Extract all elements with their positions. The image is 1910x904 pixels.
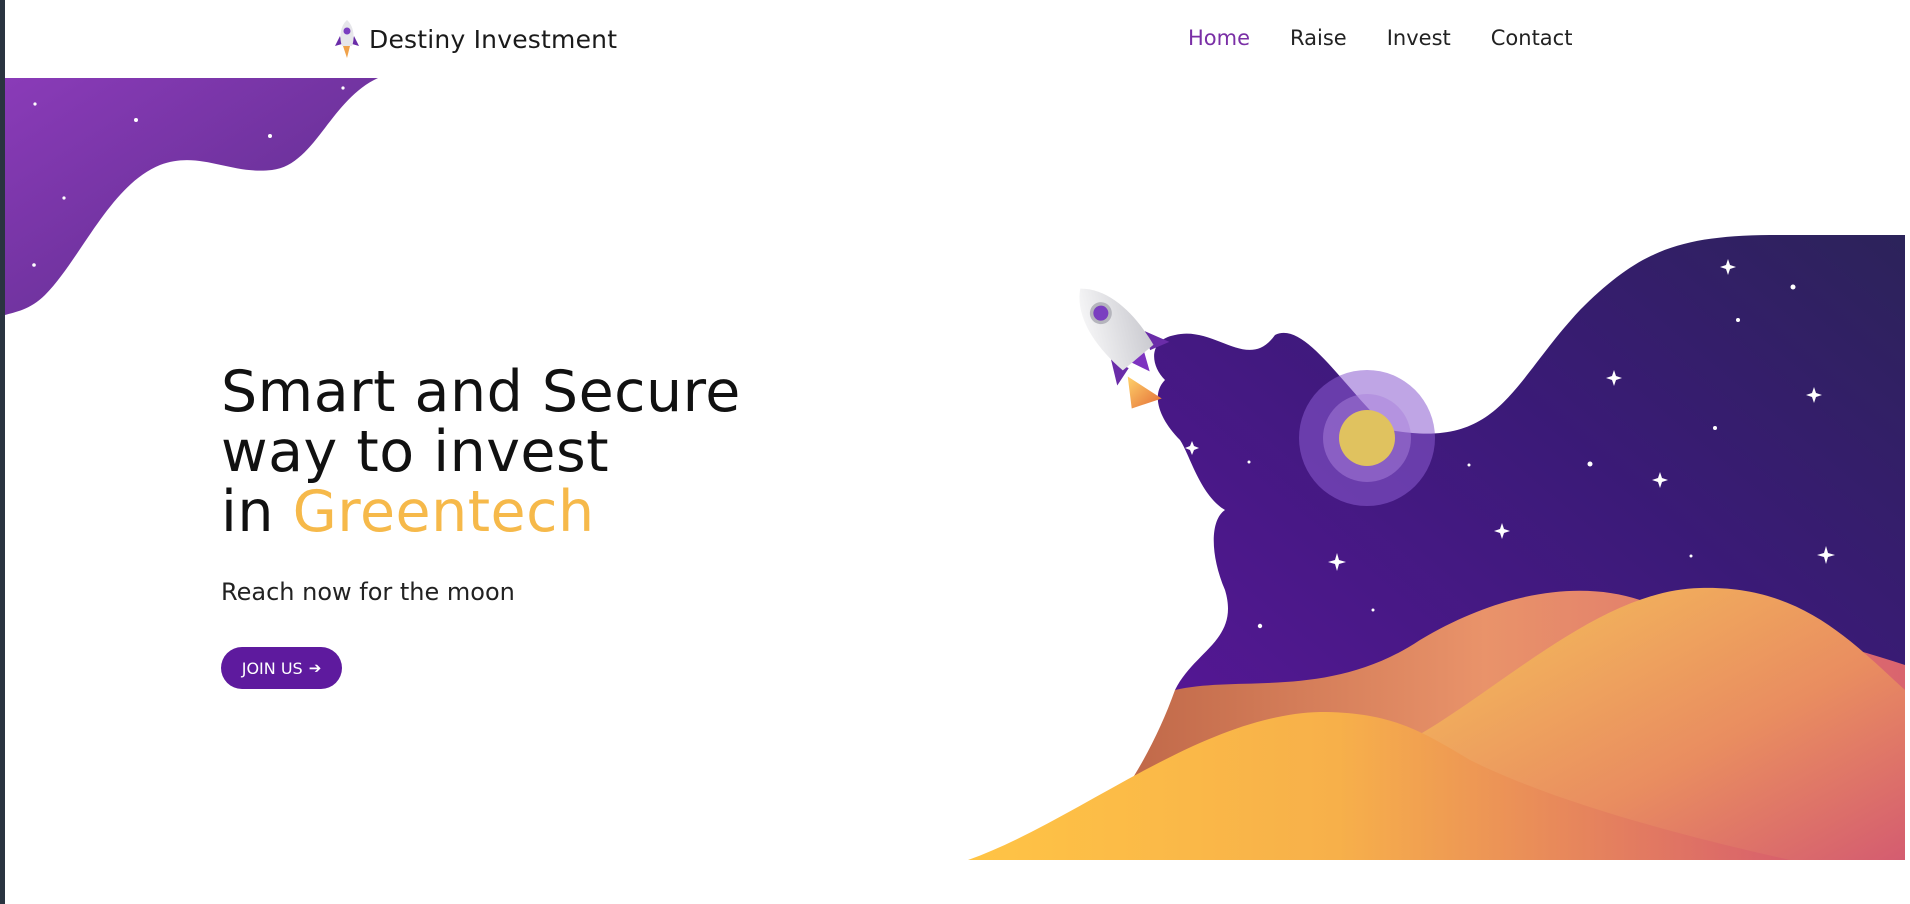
hero-title-line-2: way to invest [221, 419, 610, 485]
hero-title-line-1: Smart and Secure [221, 359, 741, 425]
nav-menu: Home Raise Invest Contact [1188, 26, 1572, 50]
hero-subtitle: Reach now for the moon [221, 578, 515, 606]
brand-name: Destiny Investment [369, 24, 618, 54]
navbar: Destiny Investment Home Raise Invest Con… [0, 0, 1910, 78]
join-us-button[interactable]: JOIN US ➔ [221, 647, 342, 689]
nav-item-raise[interactable]: Raise [1290, 26, 1347, 50]
rocket-logo-icon [335, 20, 359, 58]
hero-title-accent: Greentech [292, 479, 595, 545]
hero-section: Smart and Secure way to invest in Greent… [221, 362, 741, 606]
arrow-right-icon: ➔ [308, 659, 322, 677]
top-left-wave [5, 78, 378, 315]
brand[interactable]: Destiny Investment [333, 18, 617, 60]
join-us-label: JOIN US [241, 658, 303, 678]
nav-item-home[interactable]: Home [1188, 26, 1250, 50]
hero-title-line-3-prefix: in [221, 479, 293, 545]
hero-title: Smart and Secure way to invest in Greent… [221, 362, 741, 542]
moon [1339, 410, 1395, 466]
nav-item-invest[interactable]: Invest [1387, 26, 1451, 50]
nav-item-contact[interactable]: Contact [1491, 26, 1573, 50]
